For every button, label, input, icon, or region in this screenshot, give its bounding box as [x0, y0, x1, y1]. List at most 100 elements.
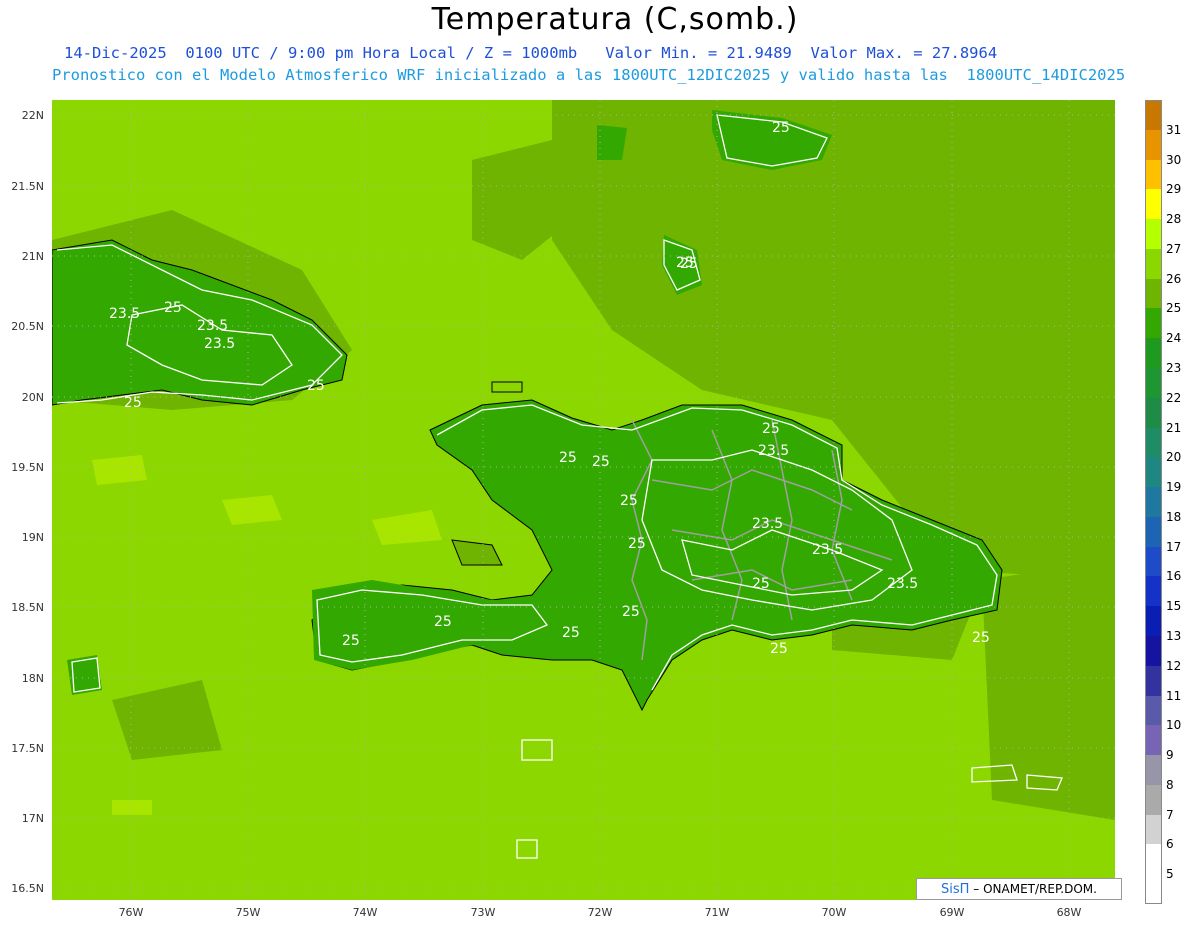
- colorbar-label: 23: [1166, 361, 1182, 375]
- contour-label: 25: [752, 576, 770, 592]
- colorbar-swatch: [1145, 784, 1162, 816]
- contour-label: 23.5: [887, 576, 918, 592]
- lat-tick: 17N: [21, 812, 44, 825]
- colorbar-swatch: [1145, 516, 1162, 548]
- lat-tick: 16.5N: [11, 882, 44, 895]
- lon-tick: 76W: [118, 906, 144, 919]
- lat-tick: 18.5N: [11, 601, 44, 614]
- colorbar-label: 12: [1166, 658, 1182, 673]
- colorbar-swatch: [1145, 338, 1162, 369]
- colorbar-label: 19: [1166, 480, 1182, 495]
- colorbar-label: 7: [1166, 807, 1174, 822]
- colorbar-label: 28: [1166, 212, 1182, 227]
- lat-tick: 21.5N: [11, 180, 44, 193]
- contour-label: 23.5: [197, 318, 228, 334]
- lat-tick: 20N: [21, 391, 44, 404]
- warm-patch-1: [222, 495, 282, 525]
- colorbar-label: 11: [1166, 688, 1182, 703]
- contour-label: 25: [434, 614, 452, 630]
- forecast-time-line: 14-Dic-2025 0100 UTC / 9:00 pm Hora Loca…: [64, 44, 998, 62]
- colorbar-swatch: [1145, 576, 1162, 608]
- colorbar-swatch: [1145, 606, 1162, 637]
- lon-tick: 72W: [587, 906, 613, 919]
- colorbar-swatch: [1145, 248, 1162, 280]
- colorbar-label: 24: [1166, 331, 1182, 346]
- colorbar-swatch: [1145, 636, 1162, 667]
- colorbar-label: 15: [1166, 599, 1182, 614]
- colorbar-label: 31: [1166, 122, 1182, 137]
- lon-tick: 74W: [352, 906, 378, 919]
- contour-label: 25: [770, 641, 788, 657]
- map-title: Temperatura (C,somb.): [431, 2, 799, 37]
- contour-label: 25: [622, 604, 640, 620]
- contour-label: 23.5: [204, 336, 235, 352]
- colorbar-label: 27: [1166, 241, 1182, 256]
- colorbar-swatch: [1145, 189, 1162, 221]
- lat-tick: 17.5N: [11, 742, 44, 755]
- sispi-logo: SisΠ: [941, 882, 970, 897]
- colorbar-label: 21: [1166, 420, 1182, 435]
- contour-label: 25: [680, 256, 698, 272]
- colorbar-swatch: [1145, 368, 1162, 399]
- colorbar-swatch: [1145, 487, 1162, 518]
- lat-tick: 19.5N: [11, 461, 44, 474]
- colorbar-swatch: [1145, 427, 1162, 459]
- colorbar-label: 6: [1166, 837, 1174, 852]
- colorbar-swatch: [1145, 695, 1162, 727]
- lon-tick: 70W: [821, 906, 847, 919]
- contour-label: 25: [628, 536, 646, 552]
- contour-label: 23.5: [758, 443, 789, 459]
- contour-label: 25: [592, 454, 610, 470]
- temperature-colorbar: [1145, 100, 1162, 905]
- contour-label: 25: [124, 395, 142, 411]
- colorbar-swatch: [1145, 100, 1162, 131]
- colorbar-swatch: [1145, 725, 1162, 757]
- lat-tick: 19N: [21, 531, 44, 544]
- lat-tick: 21N: [21, 250, 44, 263]
- colorbar-label: 13: [1166, 629, 1182, 643]
- colorbar-label: 30: [1166, 152, 1182, 167]
- colorbar-label: 8: [1166, 777, 1174, 792]
- colorbar-label: 22: [1166, 390, 1182, 405]
- temperature-map[interactable]: 25 23.5 23.5 25 23.5 25 25 25 25 25 25 2…: [52, 100, 1115, 900]
- colorbar-swatch: [1145, 219, 1162, 250]
- contour-label: 25: [972, 630, 990, 646]
- colorbar-label: 17: [1166, 539, 1182, 554]
- contour-label: 25: [164, 300, 182, 316]
- colorbar-label: 20: [1166, 450, 1182, 465]
- contour-label: 25: [772, 120, 790, 136]
- colorbar-label: 9: [1166, 748, 1174, 763]
- contour-label: 23.5: [752, 516, 783, 532]
- contour-label: 25: [620, 493, 638, 509]
- contour-label: 23.5: [109, 306, 140, 322]
- colorbar-swatch: [1145, 814, 1162, 846]
- colorbar-label: 26: [1166, 271, 1182, 286]
- colorbar-swatch: [1145, 308, 1162, 340]
- contour-label: 25: [559, 450, 577, 466]
- colorbar-label: 5: [1166, 867, 1174, 882]
- map-canvas: 25 23.5 23.5 25 23.5 25 25 25 25 25 25 2…: [52, 100, 1115, 900]
- colorbar-swatch: [1145, 755, 1162, 786]
- contour-label: 25: [562, 625, 580, 641]
- lon-tick: 71W: [704, 906, 730, 919]
- colorbar-swatch: [1145, 546, 1162, 578]
- colorbar-label: 29: [1166, 182, 1182, 197]
- contour-label: 25: [307, 378, 325, 394]
- colorbar-swatch: [1145, 844, 1162, 876]
- lat-tick: 20.5N: [11, 320, 44, 333]
- lat-tick: 18N: [21, 672, 44, 685]
- lon-tick: 75W: [235, 906, 261, 919]
- lon-tick: 69W: [939, 906, 965, 919]
- colorbar-swatch: [1145, 159, 1162, 191]
- colorbar-swatch: [1145, 129, 1162, 161]
- credit-box: SisΠ – ONAMET/REP.DOM.: [916, 878, 1122, 900]
- colorbar-swatch: [1145, 874, 1162, 905]
- contour-label: 23.5: [812, 542, 843, 558]
- warm-patch-2: [92, 455, 147, 485]
- contour-label: 25: [342, 633, 360, 649]
- colorbar-label: 18: [1166, 509, 1182, 524]
- contour-label: 25: [762, 421, 780, 437]
- lon-tick: 68W: [1056, 906, 1082, 919]
- colorbar-swatch: [1145, 278, 1162, 310]
- colorbar-label: 16: [1166, 569, 1182, 584]
